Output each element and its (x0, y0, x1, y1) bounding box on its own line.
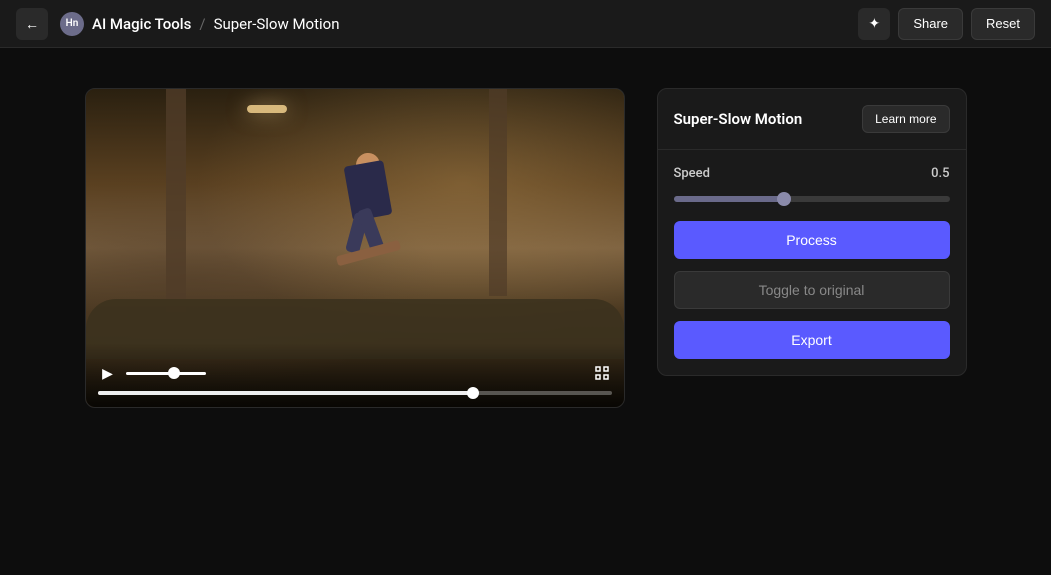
volume-slider[interactable] (126, 372, 206, 375)
breadcrumb-sub: Super-Slow Motion (214, 15, 340, 33)
super-slow-motion-panel: Super-Slow Motion Learn more Speed 0.5 P… (657, 88, 967, 376)
speed-slider[interactable] (674, 189, 950, 209)
scene-light (247, 105, 287, 113)
magic-tools-button[interactable]: ✦ (858, 8, 890, 40)
fullscreen-button[interactable] (592, 363, 612, 383)
avatar: Hn (60, 12, 84, 36)
breadcrumb-separator: / (199, 15, 205, 33)
breadcrumb-main: AI Magic Tools (92, 15, 191, 33)
share-button[interactable]: Share (898, 8, 963, 40)
header-left: ← Hn AI Magic Tools / Super-Slow Motion (16, 8, 340, 40)
panel-title: Super-Slow Motion (674, 110, 803, 128)
panel-body: Speed 0.5 Process Toggle to original Exp… (658, 150, 966, 375)
volume-thumb (168, 367, 180, 379)
toggle-original-button[interactable]: Toggle to original (674, 271, 950, 309)
speed-section: Speed 0.5 (674, 166, 950, 209)
header-right: ✦ Share Reset (858, 8, 1035, 40)
learn-more-button[interactable]: Learn more (862, 105, 949, 133)
reset-button[interactable]: Reset (971, 8, 1035, 40)
speed-value: 0.5 (931, 166, 949, 181)
main-content: ▶ Super-Slow M (0, 48, 1051, 575)
speed-slider-thumb (777, 192, 791, 206)
video-player: ▶ (85, 88, 625, 408)
speed-slider-fill (674, 196, 784, 202)
breadcrumb: Hn AI Magic Tools / Super-Slow Motion (60, 12, 340, 36)
progress-fill (98, 391, 473, 395)
play-button[interactable]: ▶ (98, 363, 118, 383)
back-button[interactable]: ← (16, 8, 48, 40)
panel-header: Super-Slow Motion Learn more (658, 89, 966, 150)
controls-row: ▶ (98, 363, 612, 383)
progress-bar[interactable] (98, 391, 612, 395)
export-button[interactable]: Export (674, 321, 950, 359)
video-controls: ▶ (86, 343, 624, 407)
progress-thumb (467, 387, 479, 399)
app-header: ← Hn AI Magic Tools / Super-Slow Motion … (0, 0, 1051, 48)
speed-label: Speed (674, 166, 710, 181)
scene-pillar-left (166, 89, 186, 312)
scene-pillar-right (489, 89, 507, 296)
speed-slider-track (674, 196, 950, 202)
skater-figure (328, 153, 408, 273)
speed-label-row: Speed 0.5 (674, 166, 950, 181)
process-button[interactable]: Process (674, 221, 950, 259)
